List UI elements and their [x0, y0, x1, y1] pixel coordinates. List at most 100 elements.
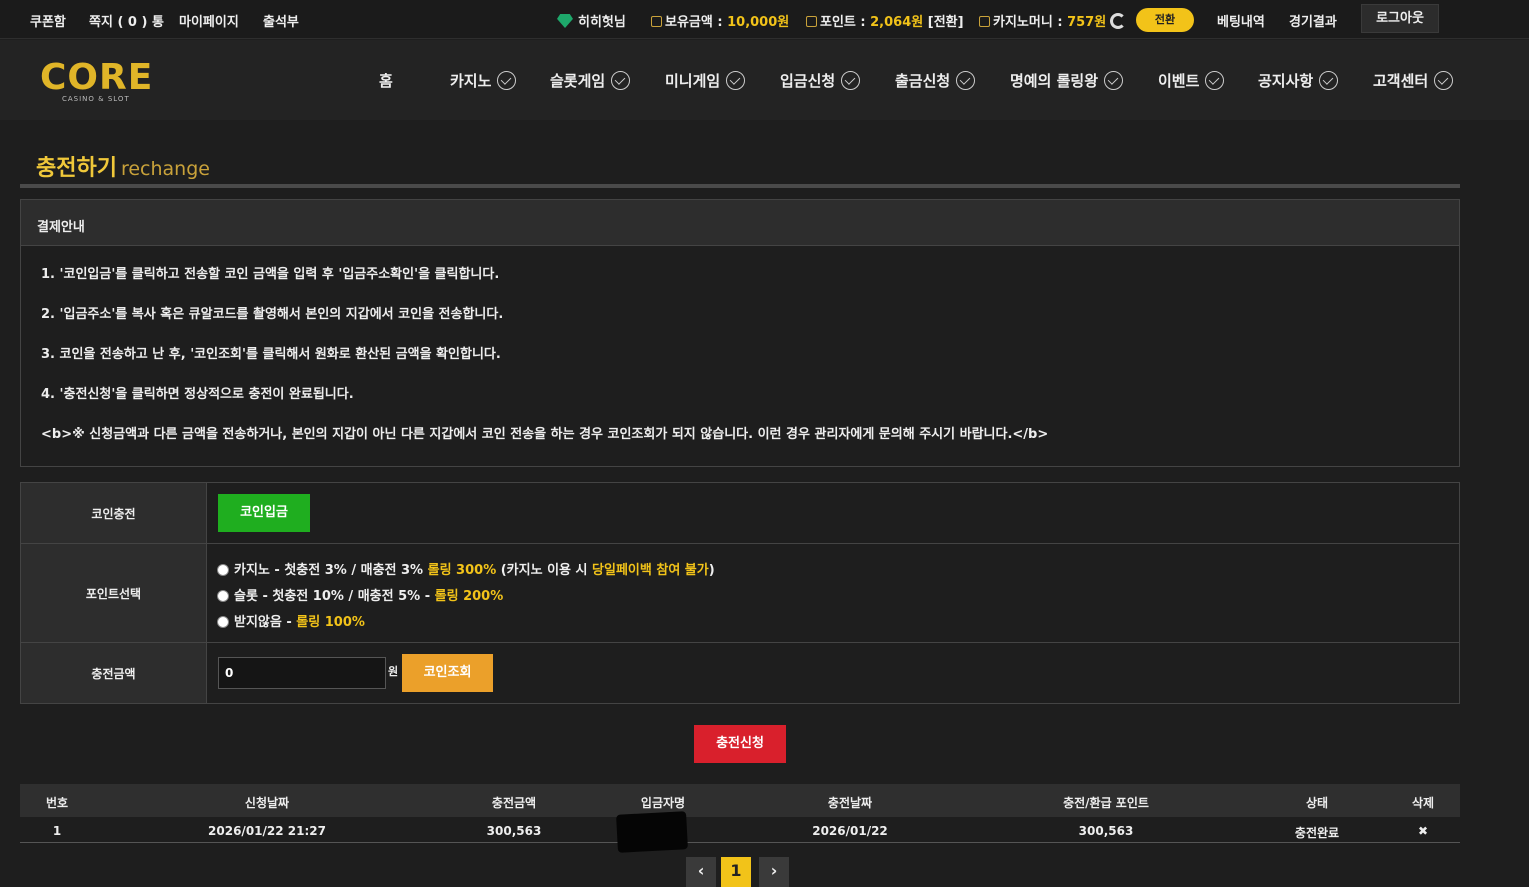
page-title-ko: 충전하기	[36, 156, 117, 181]
game-results-link[interactable]: 경기결과	[1289, 11, 1337, 30]
message-link[interactable]: 쪽지 ( 0 ) 통	[89, 11, 164, 30]
radio-button[interactable]	[217, 564, 229, 576]
convert-button[interactable]: 전환	[1136, 8, 1194, 32]
coin-check-button[interactable]: 코인조회	[402, 654, 493, 692]
option-rolling: 롤링 300%	[427, 563, 497, 578]
recharge-history-table: 번호 신청날짜 충전금액 입금자명 충전날짜 충전/환급 포인트 상태 삭제 1…	[20, 784, 1460, 843]
logo-subtext: CASINO & SLOT	[62, 95, 130, 103]
nav-rolling-hall[interactable]: 명예의 롤링왕	[1010, 70, 1124, 91]
username: 히히헛님	[578, 15, 626, 30]
logout-button[interactable]: 로그아웃	[1361, 4, 1439, 33]
point-option-casino[interactable]: 카지노 - 첫충전 3% / 매충전 3% 롤링 300% (카지노 이용 시 …	[217, 559, 715, 578]
refresh-icon[interactable]	[1110, 13, 1127, 29]
top-bar: 쿠폰함 쪽지 ( 0 ) 통 마이페이지 출석부 히히헛님 보유금액 : 10,…	[0, 0, 1529, 39]
main-header: CORE CASINO & SLOT 홈 카지노 슬롯게임 미니게임 입금신청 …	[0, 40, 1529, 120]
guide-line-warning: <b>※ 신청금액과 다른 금액을 전송하거나, 본인의 지갑이 아닌 다른 지…	[41, 427, 1049, 442]
payment-guide: 결제안내 1. '코인입금'를 클릭하고 전송할 코인 금액을 입력 후 '입금…	[20, 199, 1460, 467]
nav-deposit-label: 입금신청	[780, 72, 836, 90]
guide-line-4: 4. '충전신청'을 클릭하면 정상적으로 충전이 완료됩니다.	[41, 387, 354, 402]
page-title-en: rechange	[120, 158, 210, 180]
nav-slot-label: 슬롯게임	[550, 72, 606, 90]
header-charge-date: 충전날짜	[827, 796, 873, 810]
nav-minigame[interactable]: 미니게임	[665, 70, 746, 91]
guide-line-1: 1. '코인입금'를 클릭하고 전송할 코인 금액을 입력 후 '입금주소확인'…	[41, 267, 500, 282]
nav-notice-label: 공지사항	[1258, 72, 1314, 90]
nav-casino[interactable]: 카지노	[450, 70, 517, 91]
check-circle-icon	[1434, 71, 1454, 90]
row-number: 1	[52, 824, 62, 838]
coin-charge-label: 코인충전	[21, 483, 207, 543]
casino-money-label: 카지노머니 :	[993, 15, 1063, 30]
amount-label: 충전금액	[21, 643, 207, 703]
check-circle-icon	[611, 71, 631, 90]
option-rolling: 롤링 200%	[434, 589, 504, 604]
recharge-form: 코인충전 코인입금 포인트선택 카지노 - 첫충전 3% / 매충전 3% 롤링…	[20, 482, 1460, 704]
point-icon	[806, 16, 817, 27]
point-select-label: 포인트선택	[21, 544, 207, 642]
point-convert-link[interactable]: [전환]	[928, 15, 964, 30]
table-header: 번호 신청날짜 충전금액 입금자명 충전날짜 충전/환급 포인트 상태 삭제	[20, 784, 1460, 817]
wallet-icon	[651, 16, 662, 27]
check-circle-icon	[1104, 71, 1124, 90]
nav-slot[interactable]: 슬롯게임	[550, 70, 631, 91]
option-text: 카지노 - 첫충전 3% / 매충전 3%	[234, 563, 428, 578]
next-page-button[interactable]: ›	[759, 857, 789, 887]
coin-deposit-button[interactable]: 코인입금	[218, 494, 310, 532]
guide-heading: 결제안내	[21, 200, 1459, 246]
nav-notice[interactable]: 공지사항	[1258, 70, 1339, 91]
nav-support[interactable]: 고객센터	[1373, 70, 1454, 91]
header-amount: 충전금액	[491, 796, 537, 810]
attendance-link[interactable]: 출석부	[263, 11, 299, 30]
check-circle-icon	[497, 71, 517, 90]
nav-event-label: 이벤트	[1158, 72, 1200, 90]
table-row: 1 2026/01/22 21:27 300,563 2026/01/22 30…	[20, 817, 1460, 843]
option-text: 슬롯 - 첫충전 10% / 매충전 5% -	[234, 589, 435, 604]
row-charge-date: 2026/01/22	[812, 824, 888, 838]
balance-value: 10,000원	[727, 15, 790, 30]
radio-button[interactable]	[217, 616, 229, 628]
mypage-link[interactable]: 마이페이지	[179, 11, 239, 30]
header-status: 상태	[1305, 796, 1329, 810]
nav-support-label: 고객센터	[1373, 72, 1429, 90]
amount-row: 충전금액 0 원 코인조회	[21, 643, 1459, 703]
nav-home[interactable]: 홈	[379, 70, 393, 91]
row-request-date: 2026/01/22 21:27	[208, 824, 326, 838]
nav-casino-label: 카지노	[450, 72, 492, 90]
amount-input[interactable]: 0	[218, 657, 386, 689]
logo-text: CORE	[40, 57, 154, 98]
row-status: 충전완료	[1294, 826, 1340, 840]
delete-icon[interactable]: ✖	[1418, 824, 1428, 838]
prev-page-button[interactable]: ‹	[686, 857, 716, 887]
point-option-none[interactable]: 받지않음 - 롤링 100%	[217, 611, 365, 630]
row-amount: 300,563	[486, 824, 542, 838]
redaction-mark	[616, 811, 688, 853]
site-logo[interactable]: CORE CASINO & SLOT	[40, 57, 154, 104]
point-value: 2,064원	[870, 15, 924, 30]
check-circle-icon	[956, 71, 976, 90]
point-select-row: 포인트선택 카지노 - 첫충전 3% / 매충전 3% 롤링 300% (카지노…	[21, 544, 1459, 643]
coupon-link[interactable]: 쿠폰함	[30, 11, 66, 30]
nav-event[interactable]: 이벤트	[1158, 70, 1225, 91]
option-warning: 당일페이백 참여 불가	[592, 563, 709, 578]
check-circle-icon	[841, 71, 861, 90]
point-option-slot[interactable]: 슬롯 - 첫충전 10% / 매충전 5% - 롤링 200%	[217, 585, 503, 604]
recharge-submit-button[interactable]: 충전신청	[694, 725, 786, 763]
nav-withdraw[interactable]: 출금신청	[895, 70, 976, 91]
nav-rolling-hall-label: 명예의 롤링왕	[1010, 72, 1099, 90]
option-text: 받지않음 -	[234, 615, 297, 630]
check-circle-icon	[1205, 71, 1225, 90]
coin-charge-row: 코인충전 코인입금	[21, 483, 1459, 544]
nav-home-label: 홈	[379, 72, 393, 90]
casino-money-info: 카지노머니 : 757원	[979, 11, 1127, 30]
header-request-date: 신청날짜	[244, 796, 290, 810]
radio-button[interactable]	[217, 590, 229, 602]
balance-info: 보유금액 : 10,000원	[651, 11, 789, 30]
page-1-button[interactable]: 1	[721, 857, 751, 887]
nav-deposit[interactable]: 입금신청	[780, 70, 861, 91]
betting-history-link[interactable]: 베팅내역	[1217, 11, 1265, 30]
guide-line-3: 3. 코인을 전송하고 난 후, '코인조회'를 클릭해서 원화로 환산된 금액…	[41, 347, 501, 362]
won-unit: 원	[388, 665, 399, 678]
casino-money-value: 757원	[1067, 15, 1107, 30]
check-circle-icon	[1319, 71, 1339, 90]
option-rolling: 롤링 100%	[296, 615, 365, 630]
